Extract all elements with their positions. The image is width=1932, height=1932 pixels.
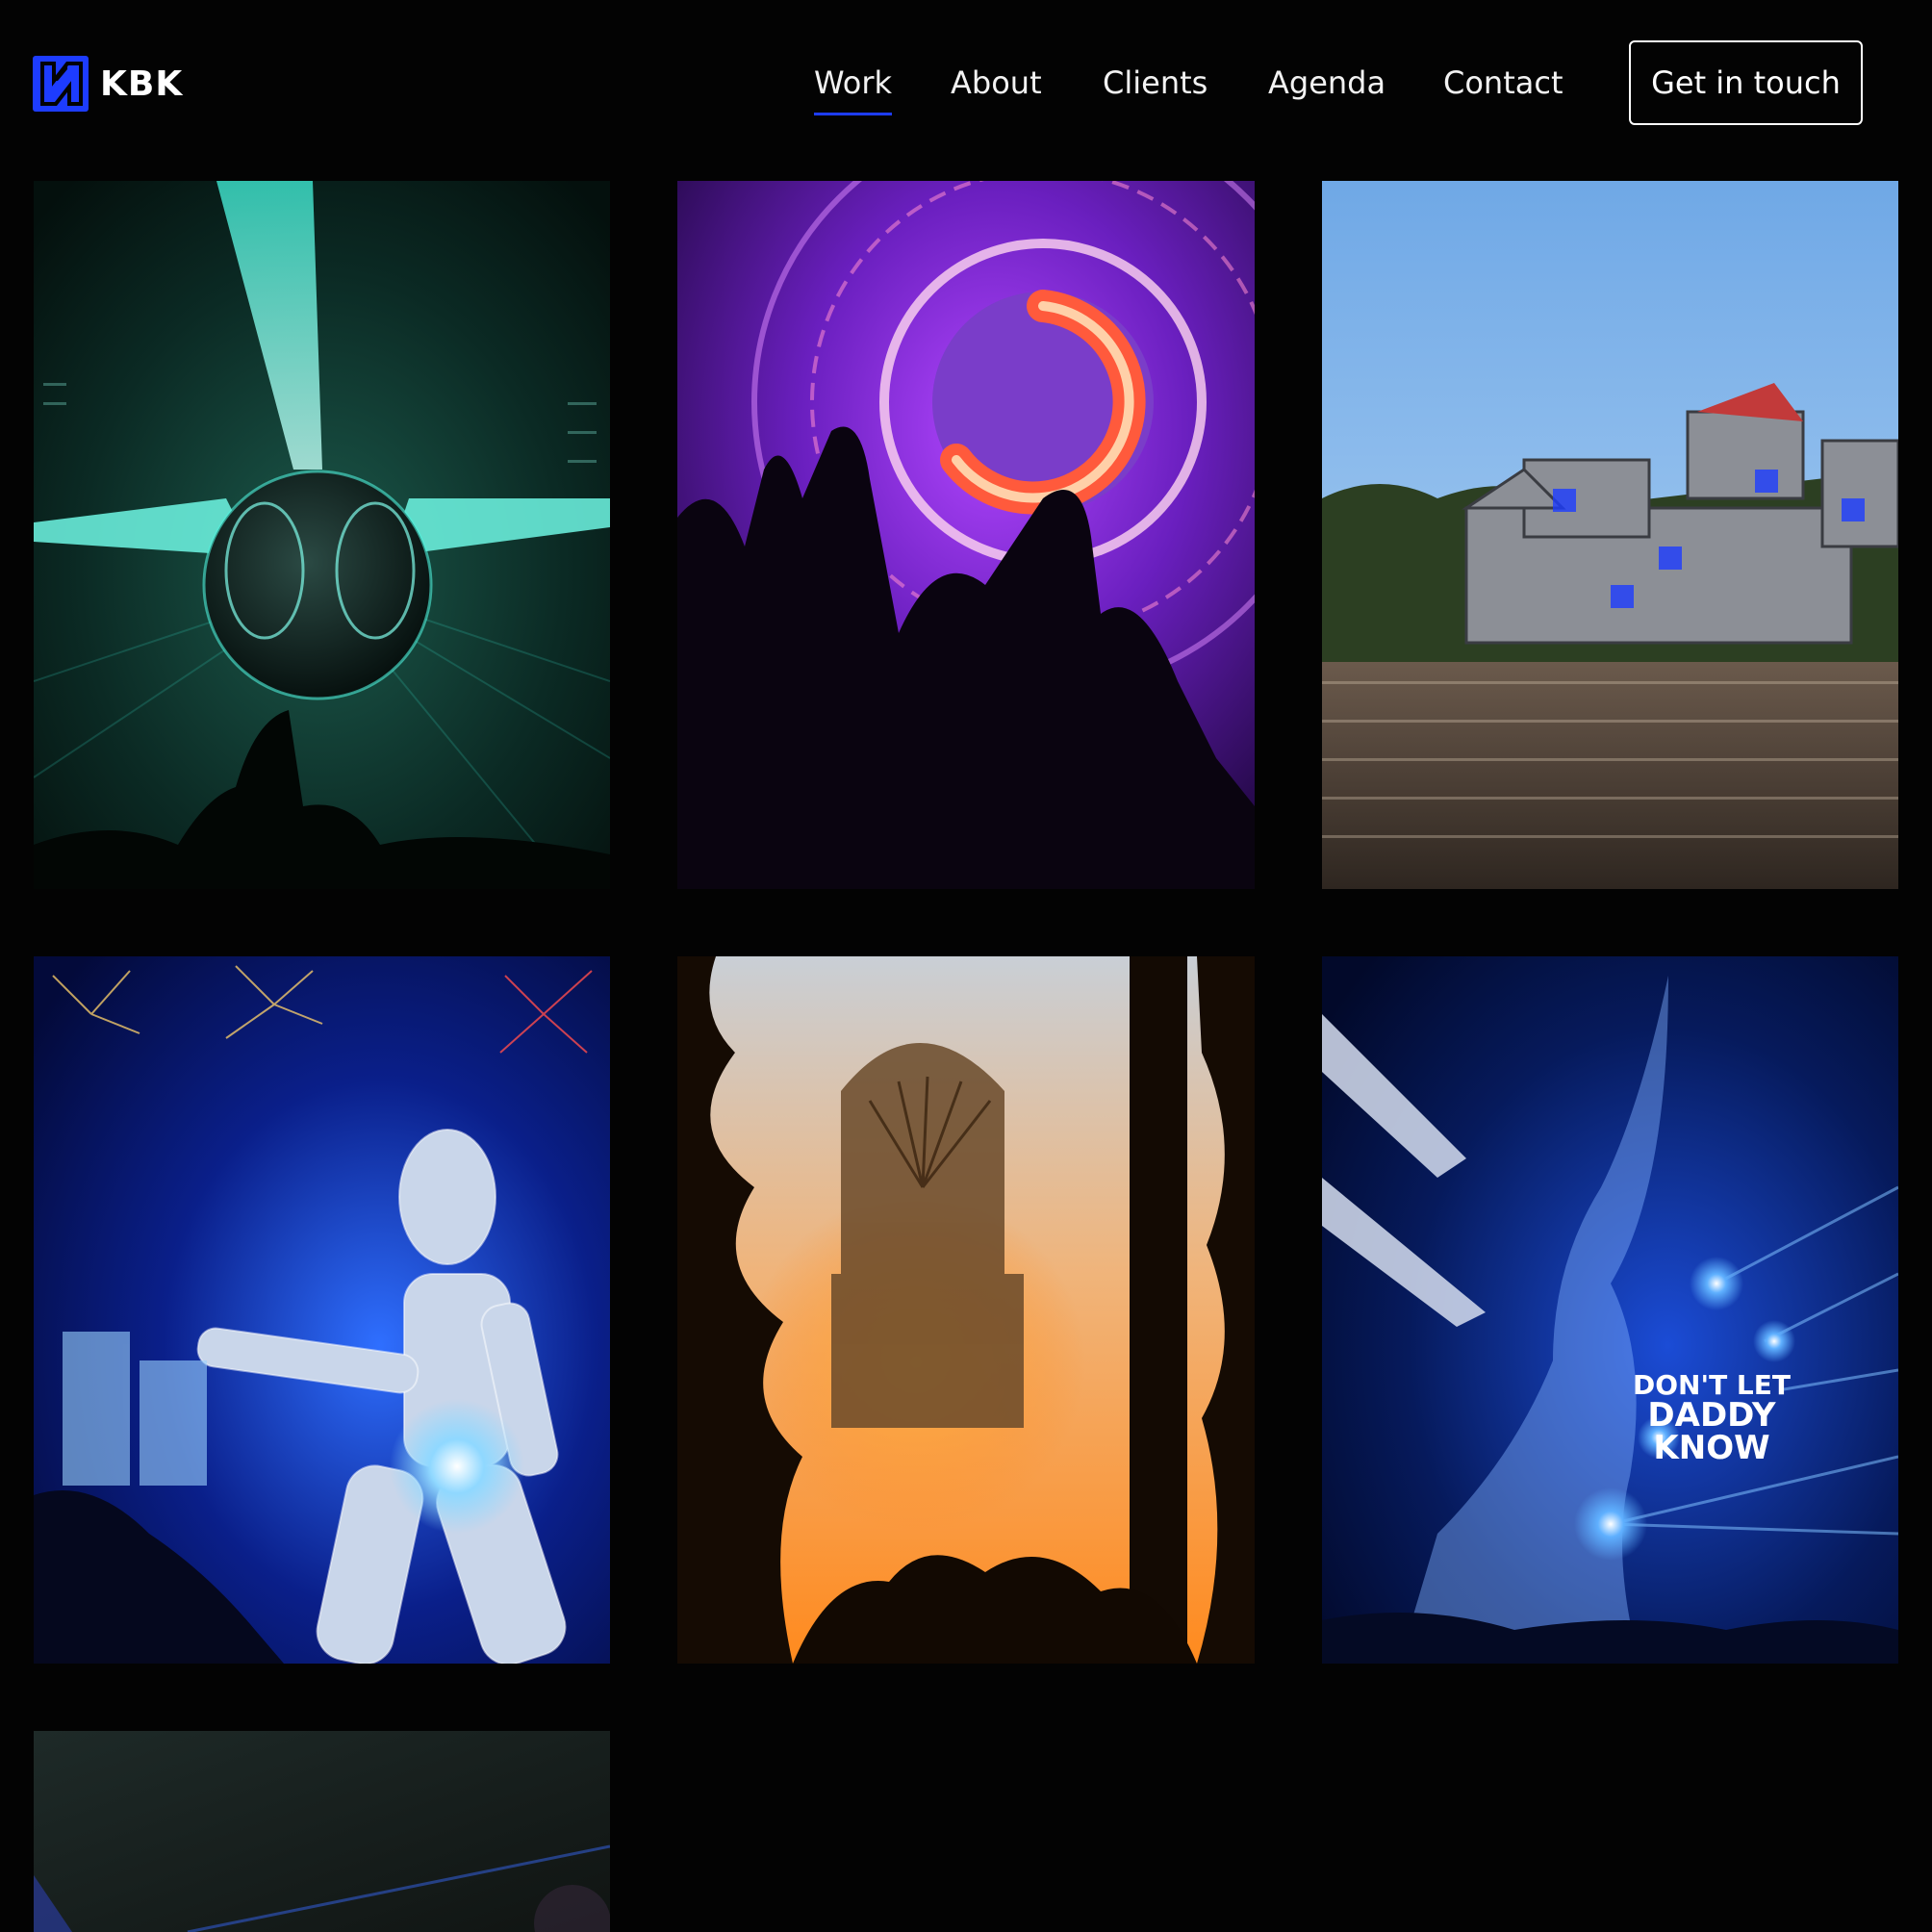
festival-crowd-image <box>1322 181 1898 889</box>
logo[interactable]: KBK <box>33 56 183 112</box>
stage-sign-line-3: KNOW <box>1653 1429 1769 1467</box>
logo-mark-icon <box>33 56 89 112</box>
nav-agenda[interactable]: Agenda <box>1268 62 1385 104</box>
nav-about[interactable]: About <box>951 62 1042 104</box>
stage-sign: DON'T LET DADDY KNOW <box>1633 1369 1791 1467</box>
dark-stage-image <box>34 1731 610 1932</box>
get-in-touch-button[interactable]: Get in touch <box>1629 40 1863 125</box>
purple-stage-image <box>677 181 1255 889</box>
project-tile-dark-stage[interactable] <box>34 1731 610 1932</box>
project-tile-lasers[interactable] <box>34 181 610 889</box>
blue-smoke-image: DON'T LET DADDY KNOW <box>1322 956 1898 1664</box>
project-tile-blue-smoke[interactable]: DON'T LET DADDY KNOW <box>1322 956 1898 1664</box>
nav-work[interactable]: Work <box>814 62 893 115</box>
lasers-image <box>34 181 610 889</box>
nav-clients[interactable]: Clients <box>1103 62 1208 104</box>
page: KBK Work About Clients Agenda Contact Ge… <box>0 0 1932 1932</box>
project-tile-forest-stage[interactable] <box>677 956 1255 1664</box>
project-tile-giant-figure[interactable] <box>34 956 610 1664</box>
forest-stage-image <box>677 956 1255 1664</box>
nav-contact[interactable]: Contact <box>1443 62 1563 104</box>
giant-figure-image <box>34 956 610 1664</box>
logo-text: KBK <box>100 64 184 104</box>
project-tile-purple-stage[interactable] <box>677 181 1255 889</box>
site-header: KBK Work About Clients Agenda Contact Ge… <box>0 0 1932 168</box>
project-tile-festival-crowd[interactable] <box>1322 181 1898 889</box>
